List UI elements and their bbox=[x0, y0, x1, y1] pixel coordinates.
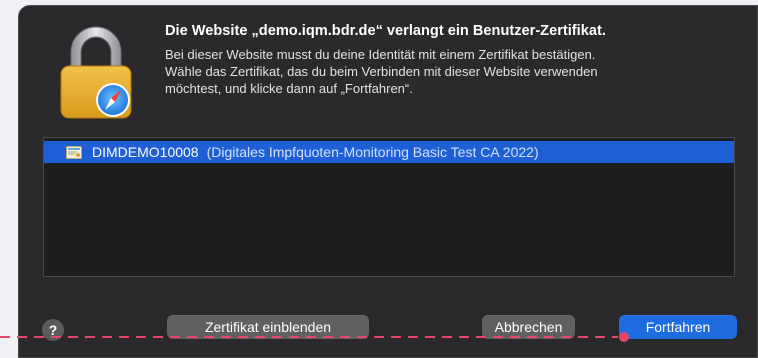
dialog-title: Die Website „demo.iqm.bdr.de“ verlangt e… bbox=[165, 23, 606, 39]
lock-safari-icon bbox=[60, 26, 132, 119]
certificate-row[interactable]: DIMDEMO10008 (Digitales Impfquoten-Monit… bbox=[44, 141, 734, 163]
cancel-button[interactable]: Abbrechen bbox=[482, 315, 575, 339]
continue-button[interactable]: Fortfahren bbox=[619, 315, 737, 339]
description-line: Wähle das Zertifikat, das du beim Verbin… bbox=[165, 64, 598, 79]
certificate-icon bbox=[66, 145, 82, 159]
description-line: möchtest, und klicke dann auf „Fortfahre… bbox=[165, 81, 413, 96]
description-line: Bei dieser Website musst du deine Identi… bbox=[165, 47, 596, 62]
certificate-list[interactable]: DIMDEMO10008 (Digitales Impfquoten-Monit… bbox=[43, 137, 735, 277]
dialog-description: Bei dieser Website musst du deine Identi… bbox=[165, 46, 745, 97]
certificate-dialog: Die Website „demo.iqm.bdr.de“ verlangt e… bbox=[18, 5, 758, 358]
help-button[interactable]: ? bbox=[42, 319, 64, 341]
show-certificate-button[interactable]: Zertifikat einblenden bbox=[167, 315, 369, 339]
certificate-name: DIMDEMO10008 bbox=[92, 144, 199, 160]
certificate-issuer: (Digitales Impfquoten-Monitoring Basic T… bbox=[206, 144, 539, 160]
